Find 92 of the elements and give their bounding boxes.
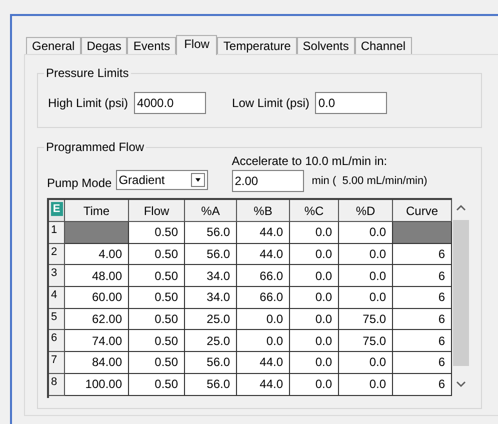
table-cell: 0.0 — [339, 222, 393, 244]
table-cell: 0.0 — [290, 265, 339, 288]
table-cell: 56.0 — [185, 374, 237, 396]
table-cell: 34.0 — [185, 265, 237, 288]
table-cell: 0.50 — [129, 330, 185, 352]
accelerate-label: Accelerate to 10.0 mL/min in: — [232, 154, 388, 168]
table-cell: 6 — [393, 287, 452, 309]
table-cell: 25.0 — [185, 330, 237, 352]
accelerate-field[interactable]: 2.00 — [232, 170, 304, 192]
pump-mode-label: Pump Mode — [47, 175, 112, 192]
table-cell: 0.50 — [129, 308, 185, 330]
table-cell: 60.00 — [65, 287, 129, 309]
table-cell: 56.0 — [185, 244, 237, 266]
tab[interactable]: Degas — [80, 37, 128, 54]
table-cell: 0.50 — [129, 374, 185, 396]
disabled-cell — [65, 222, 129, 244]
table-cell: 0.50 — [129, 352, 185, 374]
table-cell: 0.0 — [290, 308, 339, 330]
table-cell: 44.0 — [237, 352, 290, 374]
table-cell: 34.0 — [185, 287, 237, 309]
table-cell: 6 — [393, 330, 452, 352]
column-header[interactable]: Time — [65, 200, 129, 222]
tab[interactable]: Temperature — [217, 37, 297, 54]
table-cell: 56.0 — [185, 222, 237, 244]
table-cell: 74.00 — [65, 330, 129, 352]
row-number[interactable]: 1 — [49, 222, 65, 244]
table-cell: 6 — [393, 265, 452, 288]
group-title: Programmed Flow — [44, 140, 146, 154]
column-header[interactable]: %D — [339, 200, 393, 222]
group-title: Pressure Limits — [44, 66, 131, 80]
table-cell: 6 — [393, 244, 452, 266]
table-cell: 0.0 — [339, 352, 393, 374]
row-number[interactable]: 5 — [49, 308, 65, 330]
scroll-down-icon[interactable] — [456, 380, 466, 388]
table-cell: 0.50 — [129, 222, 185, 244]
table-cell: 44.0 — [237, 244, 290, 266]
table-cell: 4.00 — [65, 244, 129, 266]
column-header[interactable]: %C — [290, 200, 339, 222]
table-cell: 56.0 — [185, 352, 237, 374]
table-cell: 25.0 — [185, 308, 237, 330]
table-cell: 6 — [393, 374, 452, 396]
table-cell: 0.0 — [290, 374, 339, 396]
row-number[interactable]: 3 — [49, 265, 65, 288]
table-cell: 62.00 — [65, 308, 129, 330]
scroll-up-icon[interactable] — [456, 204, 466, 212]
table-cell: 0.50 — [129, 265, 185, 288]
column-header[interactable]: %A — [185, 200, 237, 222]
table-cell: 0.0 — [237, 330, 290, 352]
column-header[interactable]: Curve — [393, 200, 452, 222]
high-limit-label: High Limit (psi) — [48, 94, 128, 112]
tab[interactable]: Events — [127, 37, 176, 54]
table-cell: 0.50 — [129, 244, 185, 266]
table-cell: 0.0 — [237, 308, 290, 330]
table-cell: 0.0 — [290, 222, 339, 244]
table-cell: 0.0 — [339, 287, 393, 309]
low-limit-label: Low Limit (psi) — [232, 94, 310, 112]
table-cell: 0.0 — [290, 244, 339, 266]
table-cell: 44.0 — [237, 374, 290, 396]
tab[interactable]: Channel — [354, 37, 412, 54]
pump-mode-dropdown[interactable]: Gradient — [116, 170, 208, 190]
table-cell: 100.00 — [65, 374, 129, 396]
table-cell: 48.00 — [65, 265, 129, 288]
row-number[interactable]: 6 — [49, 330, 65, 352]
disabled-cell — [393, 222, 452, 244]
table-cell: 6 — [393, 308, 452, 330]
table-cell: 66.0 — [237, 265, 290, 288]
table-cell: 0.50 — [129, 287, 185, 309]
table-cell: 84.00 — [65, 352, 129, 374]
table-cell: 0.0 — [339, 265, 393, 288]
rate-text: min ( 5.00 mL/min/min) — [312, 174, 428, 189]
scrollbar-thumb[interactable] — [453, 220, 469, 366]
column-header[interactable]: %B — [237, 200, 290, 222]
table-cell: 0.0 — [290, 330, 339, 352]
row-number[interactable]: 2 — [49, 244, 65, 266]
table-cell: 6 — [393, 352, 452, 374]
table-cell: 44.0 — [237, 222, 290, 244]
tab[interactable]: Flow — [176, 35, 218, 55]
row-number[interactable]: 8 — [49, 374, 65, 396]
tab[interactable]: Solvents — [296, 37, 355, 54]
low-limit-field[interactable]: 0.0 — [315, 92, 388, 114]
table-cell: 66.0 — [237, 287, 290, 309]
column-header[interactable]: Flow — [129, 200, 185, 222]
table-cell: 0.0 — [290, 287, 339, 309]
row-number[interactable]: 4 — [49, 287, 65, 309]
high-limit-field[interactable]: 4000.0 — [134, 92, 206, 114]
table-cell: 0.0 — [339, 374, 393, 396]
table-cell: 0.0 — [339, 244, 393, 266]
table-cell: 0.0 — [290, 352, 339, 374]
row-number[interactable]: 7 — [49, 352, 65, 374]
tab[interactable]: General — [26, 37, 81, 54]
table-cell: 75.0 — [339, 330, 393, 352]
table-cell: 75.0 — [339, 308, 393, 330]
